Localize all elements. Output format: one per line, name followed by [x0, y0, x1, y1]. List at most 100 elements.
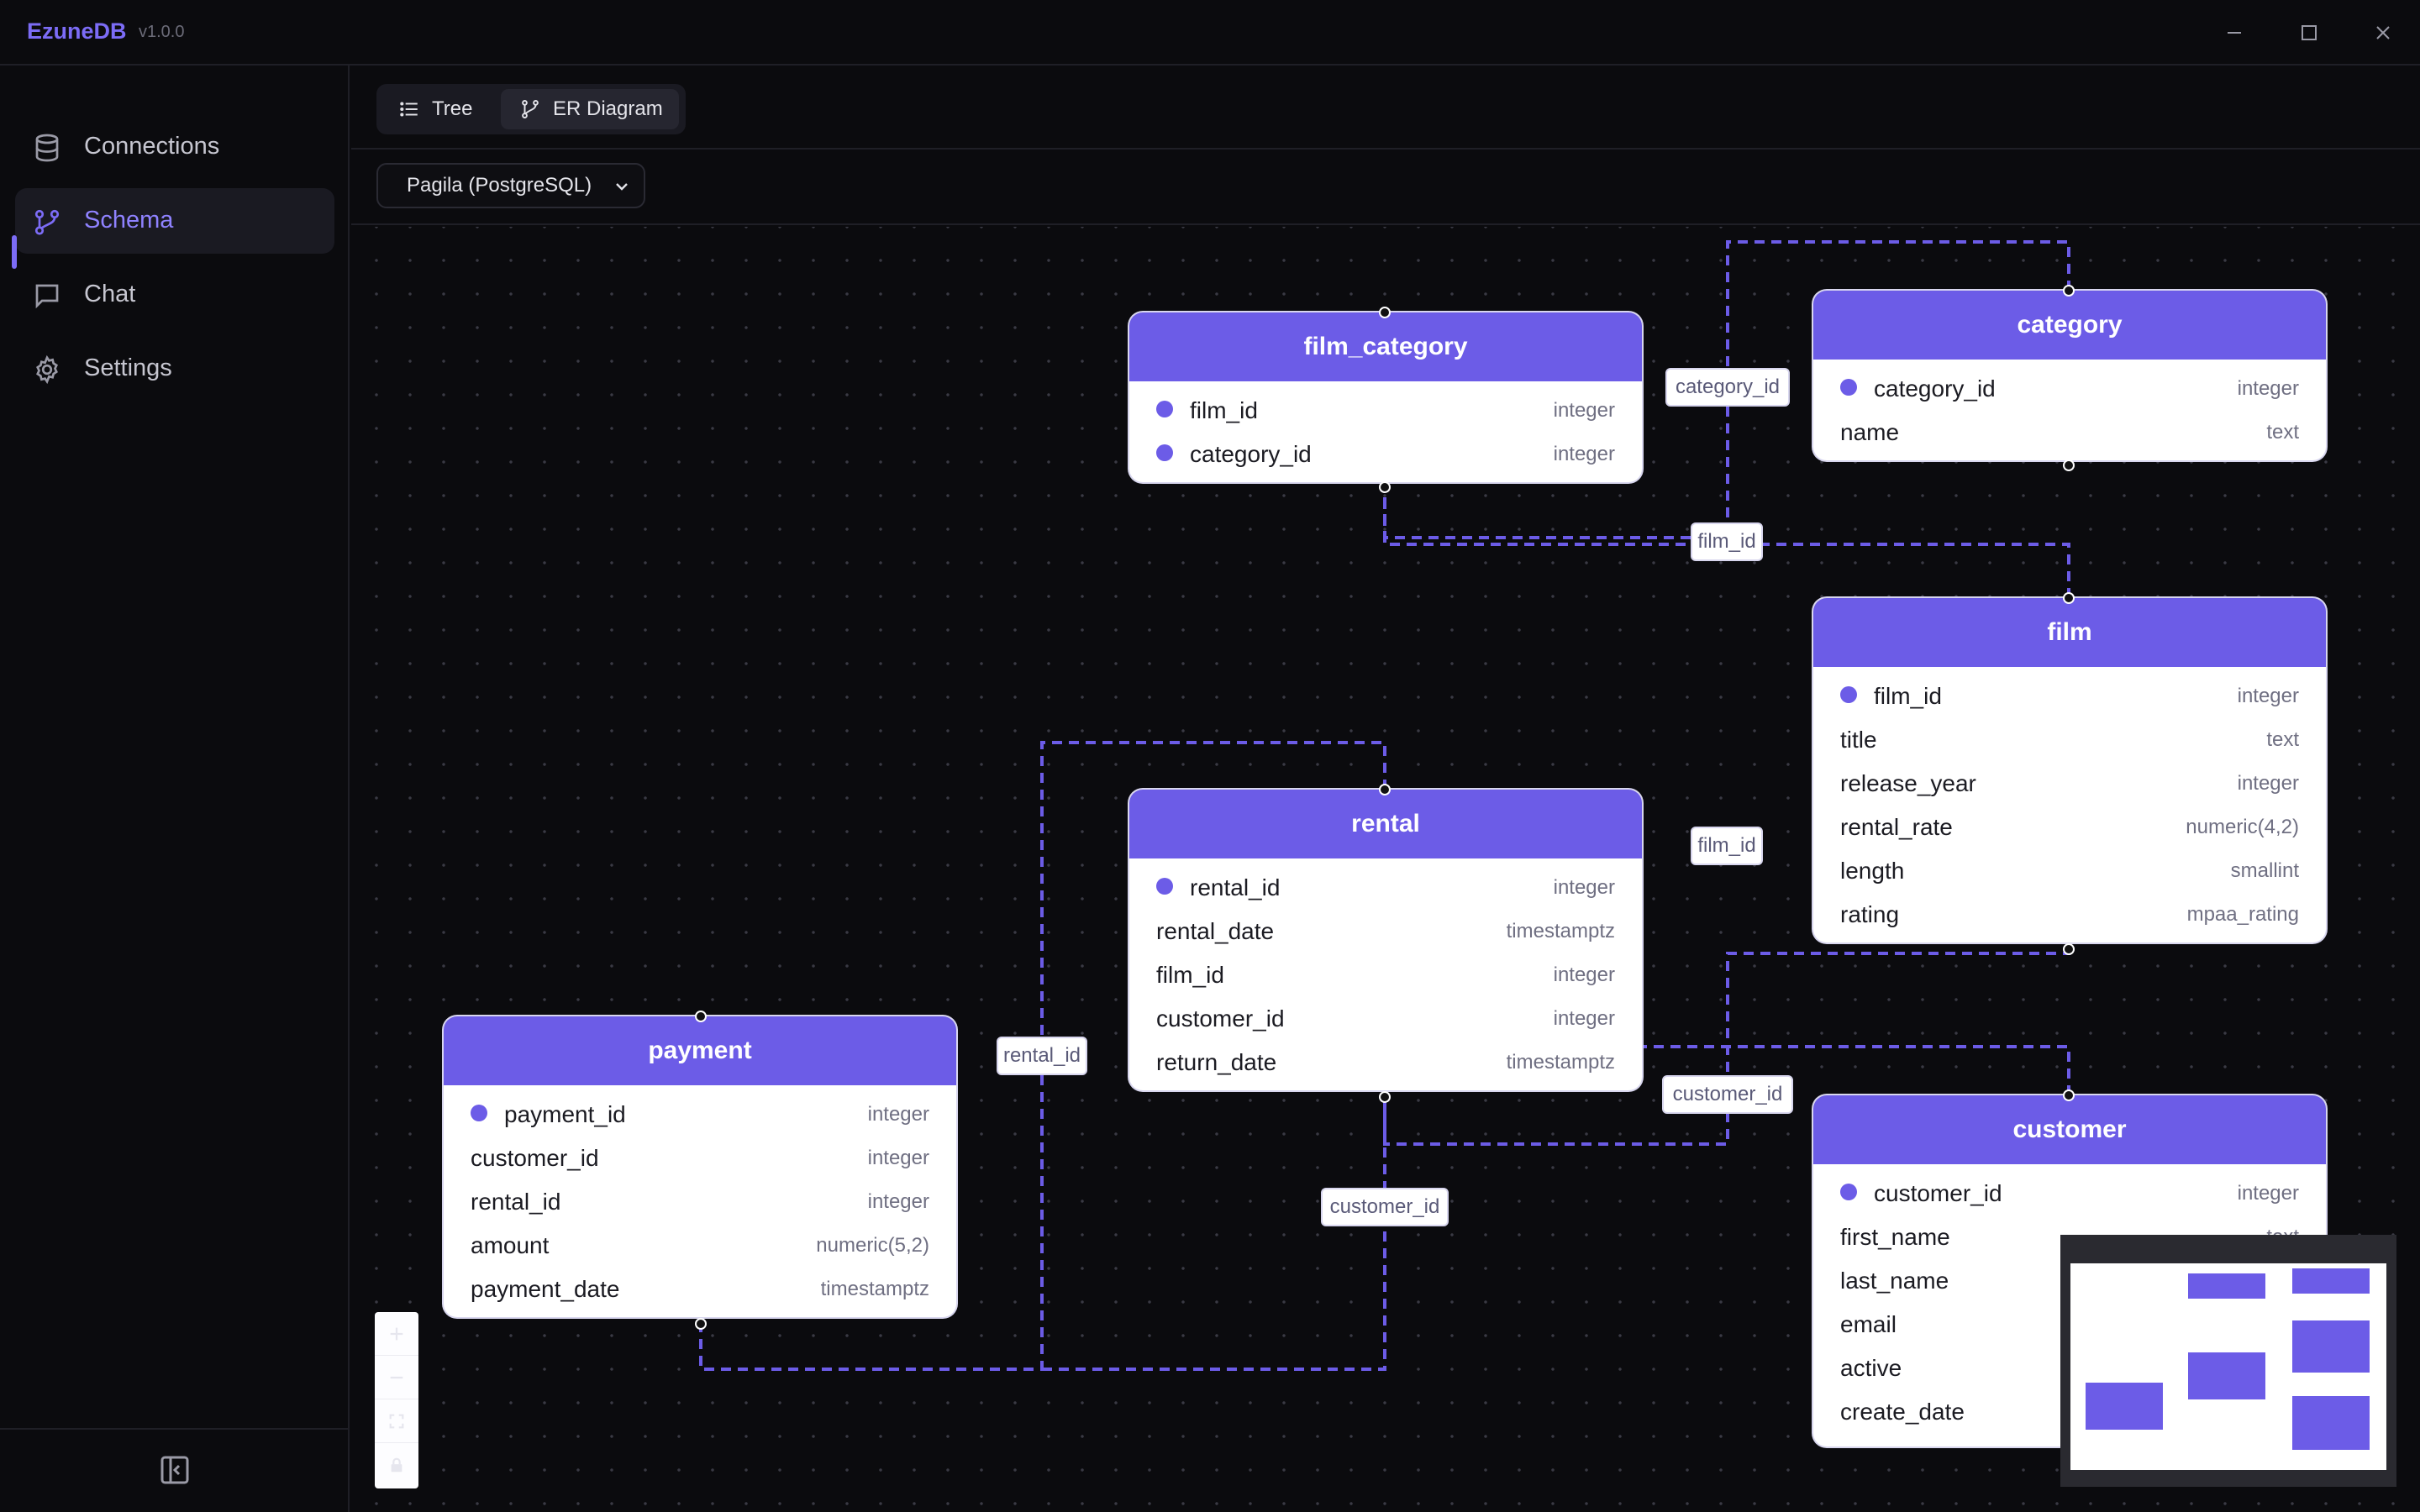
column-row: film_id integer [1813, 672, 2326, 716]
table-payment[interactable]: payment payment_id integer customer_id int… [444, 1016, 956, 1317]
column-type: text [2266, 421, 2299, 444]
table-category[interactable]: category category_id integer name text [1813, 291, 2326, 460]
zoom-in-button[interactable] [375, 1312, 418, 1356]
table-film[interactable]: film film_id integer title text release_ye… [1813, 598, 2326, 942]
column-row: customer_id integer [1813, 1169, 2326, 1213]
sidebar-item-connections[interactable]: Connections [15, 114, 334, 180]
minimap-node [2188, 1352, 2265, 1399]
column-name: rating [1840, 901, 1900, 927]
column-row: length smallint [1813, 847, 2326, 890]
column-name: rental_rate [1840, 814, 1953, 840]
minimap-node [2188, 1273, 2265, 1299]
primary-key-icon [471, 1105, 487, 1121]
column-row: title text [1813, 716, 2326, 759]
connection-handle[interactable] [2063, 943, 2075, 955]
column-type: timestamptz [1506, 920, 1615, 942]
column-row: amount numeric(5,2) [444, 1221, 956, 1265]
table-title: category [1813, 291, 2326, 360]
lock-button[interactable] [375, 1443, 418, 1487]
tab-er-diagram[interactable]: ER Diagram [501, 89, 679, 129]
connection-handle[interactable] [1379, 784, 1391, 795]
column-row: payment_id integer [444, 1090, 956, 1134]
column-row: rental_id integer [444, 1178, 956, 1221]
database-select[interactable]: Pagila (PostgreSQL) [376, 163, 645, 208]
lock-icon [391, 1457, 402, 1473]
list-icon [400, 102, 418, 117]
sidebar-item-settings[interactable]: Settings [15, 336, 334, 402]
column-name: rental_date [1156, 918, 1275, 944]
column-type: integer [2237, 1182, 2299, 1205]
table-title: rental [1129, 790, 1642, 858]
edge-label: film_id [1691, 827, 1763, 865]
sidebar: Connections Schema Chat Settings [0, 66, 350, 1512]
database-select-bar: Pagila (PostgreSQL) [351, 151, 2420, 225]
column-name: customer_id [471, 1145, 599, 1171]
column-row: rental_rate numeric(4,2) [1813, 803, 2326, 847]
view-tabs: Tree ER Diagram [376, 84, 686, 134]
connection-handle[interactable] [2063, 1089, 2075, 1101]
connection-handle[interactable] [2063, 285, 2075, 297]
column-row: customer_id integer [444, 1134, 956, 1178]
column-name: active [1840, 1355, 1902, 1381]
fit-view-icon [389, 1414, 404, 1428]
connection-handle[interactable] [2063, 459, 2075, 471]
column-name: film_id [1156, 962, 1224, 988]
connection-handle[interactable] [1379, 1091, 1391, 1103]
table-film-category[interactable]: film_category film_id integer category_id… [1129, 312, 1642, 482]
plus-icon [390, 1327, 403, 1340]
minimap-node [2292, 1396, 2370, 1450]
column-row: customer_id integer [1129, 995, 1642, 1038]
collapse-sidebar-icon[interactable] [158, 1453, 192, 1487]
table-title: film [1813, 598, 2326, 667]
column-type: integer [1553, 399, 1615, 422]
column-type: mpaa_rating [2186, 903, 2299, 926]
view-tabs-bar: Tree ER Diagram [351, 67, 2420, 150]
active-indicator [12, 235, 17, 269]
zoom-controls [375, 1312, 418, 1488]
sidebar-item-schema[interactable]: Schema [15, 188, 334, 254]
edge-label: rental_id [997, 1037, 1087, 1075]
connection-handle[interactable] [2063, 592, 2075, 604]
maximize-icon [2302, 25, 2317, 40]
connection-handle[interactable] [695, 1318, 707, 1330]
column-row: rental_date timestamptz [1129, 907, 1642, 951]
connection-handle[interactable] [1379, 481, 1391, 493]
column-type: integer [867, 1190, 929, 1213]
tab-tree[interactable]: Tree [387, 89, 501, 129]
connection-handle[interactable] [1379, 307, 1391, 318]
column-row: name text [1813, 408, 2326, 452]
fit-view-button[interactable] [375, 1399, 418, 1443]
column-type: integer [2237, 772, 2299, 795]
minimap[interactable] [2060, 1235, 2396, 1487]
column-name: title [1840, 727, 1877, 753]
column-name: customer_id [1874, 1180, 2002, 1206]
column-name: return_date [1156, 1049, 1277, 1075]
column-row: return_date timestamptz [1129, 1038, 1642, 1082]
primary-key-icon [1840, 379, 1857, 396]
primary-key-icon [1156, 444, 1173, 461]
column-row: rental_id integer [1129, 864, 1642, 907]
column-type: timestamptz [820, 1278, 929, 1300]
zoom-out-button[interactable] [375, 1356, 418, 1399]
minimize-button[interactable] [2213, 12, 2255, 54]
sidebar-item-label: Chat [84, 281, 136, 307]
sidebar-item-chat[interactable]: Chat [15, 262, 334, 328]
primary-key-icon [1840, 1184, 1857, 1200]
close-button[interactable] [2362, 12, 2404, 54]
edge-label: category_id [1665, 368, 1790, 407]
minimap-node [2292, 1268, 2370, 1294]
minimap-node [2292, 1320, 2370, 1373]
column-name: release_year [1840, 770, 1976, 796]
column-name: amount [471, 1232, 550, 1258]
tab-label: Tree [432, 97, 473, 120]
column-name: category_id [1190, 441, 1312, 467]
maximize-button[interactable] [2288, 12, 2330, 54]
column-type: numeric(5,2) [816, 1234, 929, 1257]
table-rental[interactable]: rental rental_id integer rental_date times… [1129, 790, 1642, 1090]
table-title: film_category [1129, 312, 1642, 381]
column-type: integer [1553, 963, 1615, 986]
table-title: payment [444, 1016, 956, 1085]
column-type: smallint [2230, 859, 2299, 882]
column-type: text [2266, 728, 2299, 751]
connection-handle[interactable] [695, 1011, 707, 1022]
